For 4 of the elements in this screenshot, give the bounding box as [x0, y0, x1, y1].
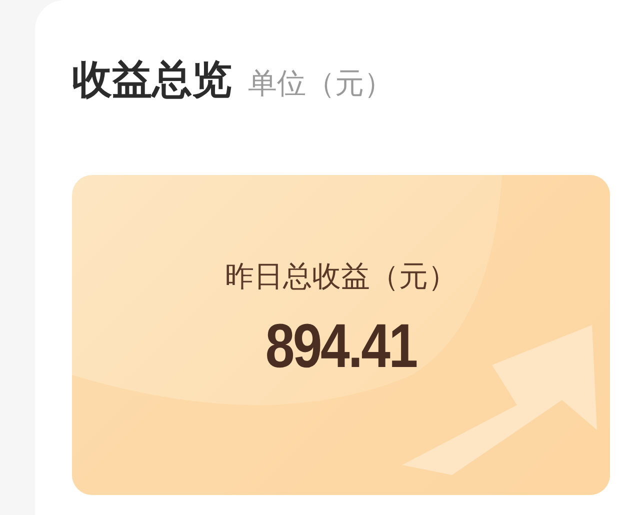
summary-label: 昨日总收益（元） [225, 258, 457, 295]
unit-label: 单位（元） [248, 65, 393, 102]
summary-value: 894.41 [266, 311, 416, 382]
section-title: 收益总览 [72, 56, 232, 105]
